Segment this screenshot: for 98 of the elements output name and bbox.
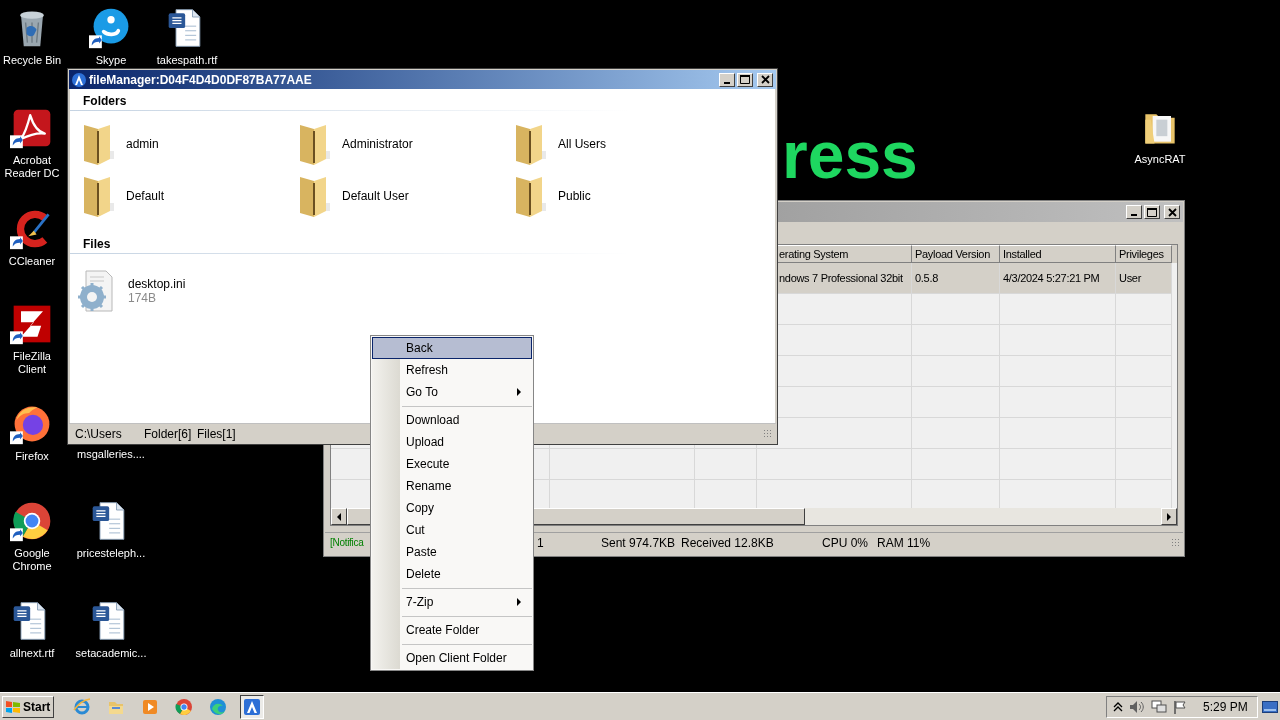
file-name: desktop.ini xyxy=(128,277,186,291)
close-button[interactable] xyxy=(1164,205,1180,219)
menu-item[interactable]: Copy xyxy=(372,497,532,519)
status-text: Received 12.8KB xyxy=(681,534,775,552)
file-size: 174B xyxy=(128,291,158,305)
folder-name: Administrator xyxy=(342,136,413,153)
status-text: 1 xyxy=(537,534,545,552)
app-logo-icon xyxy=(243,697,261,716)
folder-name: Public xyxy=(558,188,591,205)
minimize-button[interactable] xyxy=(719,72,735,87)
status-text: CPU 0% xyxy=(822,534,869,552)
status-text: Files[1] xyxy=(197,425,237,443)
window-title: fileManager:D04F4D4D0DF87BA77AAE xyxy=(89,71,312,89)
file-item[interactable]: desktop.ini 174B xyxy=(76,268,276,314)
menu-item[interactable]: Create Folder xyxy=(372,619,532,641)
desktop-icon-label[interactable]: CCleaner xyxy=(8,255,56,268)
folder-item[interactable]: All Users xyxy=(512,120,728,168)
minimize-icon xyxy=(724,81,730,84)
start-button[interactable]: Start xyxy=(2,695,54,718)
flag-icon[interactable] xyxy=(1173,699,1187,714)
folder-item[interactable]: Default User xyxy=(296,172,512,220)
column-header[interactable]: erating System xyxy=(778,245,912,263)
section-header: Files xyxy=(82,236,112,253)
menu-item[interactable]: Open Client Folder xyxy=(372,647,532,669)
maximize-button[interactable] xyxy=(1144,205,1160,219)
close-button[interactable] xyxy=(757,72,773,87)
table-cell: User xyxy=(1116,263,1172,294)
close-icon xyxy=(1167,207,1177,217)
menu-item[interactable]: Back xyxy=(372,337,532,359)
desktop-icon-label[interactable]: Skype xyxy=(95,54,127,67)
folder-item[interactable]: admin xyxy=(80,120,296,168)
menu-item[interactable]: Go To xyxy=(372,381,532,403)
folder-item[interactable]: Public xyxy=(512,172,728,220)
status-text: Folder[6] xyxy=(144,425,193,443)
desktop-icon-label[interactable]: Recycle Bin xyxy=(2,54,62,67)
folder-name: Default xyxy=(126,188,165,205)
menu-item[interactable]: Delete xyxy=(372,563,532,585)
desktop-icon-label[interactable]: AsyncRAT xyxy=(1134,153,1186,166)
desktop-icon-label[interactable]: allnext.rtf xyxy=(9,647,55,660)
menu-item[interactable]: Download xyxy=(372,409,532,431)
arrow-left-icon xyxy=(336,512,342,521)
empty-table-cell xyxy=(1116,387,1172,418)
show-desktop-icon[interactable] xyxy=(1262,699,1278,714)
desktop-icon-label[interactable]: Firefox xyxy=(15,450,49,463)
chrome-icon xyxy=(175,697,193,716)
table-row[interactable]: ndows 7 Professional 32bit 0.5.8 4/3/2024 5:27:21 PM User xyxy=(778,263,1172,294)
notification-text: [Notifica xyxy=(330,536,365,550)
column-header[interactable]: Payload Version xyxy=(912,245,1000,263)
taskbar-app-button[interactable] xyxy=(240,694,264,719)
maximize-icon xyxy=(740,75,750,84)
menu-item[interactable]: Cut xyxy=(372,519,532,541)
arrow-right-icon xyxy=(1166,512,1172,521)
maximize-button[interactable] xyxy=(737,72,753,87)
desktop-icon-label[interactable]: Google Chrome xyxy=(0,547,64,573)
section-header: Folders xyxy=(82,93,128,110)
speaker-icon[interactable] xyxy=(1129,699,1145,714)
folder-name: All Users xyxy=(558,136,606,153)
desktop-icon-label[interactable]: takespath.rtf xyxy=(156,54,218,67)
menu-item[interactable]: Upload xyxy=(372,431,532,453)
status-text: RAM 11% xyxy=(877,534,932,552)
empty-table-cell xyxy=(1116,356,1172,387)
browser-icon xyxy=(73,697,91,716)
scroll-left-button[interactable] xyxy=(331,508,347,525)
folder-item[interactable]: Default xyxy=(80,172,296,220)
app-logo-icon xyxy=(72,72,86,87)
minimize-button[interactable] xyxy=(1126,205,1142,219)
status-text: C:\Users xyxy=(75,425,123,443)
table-cell: 4/3/2024 5:27:21 PM xyxy=(1000,263,1116,294)
column-header[interactable]: Installed xyxy=(1000,245,1116,263)
status-text: Sent 974.7KB xyxy=(601,534,677,552)
clock-text[interactable]: 5:29 PM xyxy=(1203,697,1248,716)
menu-item[interactable]: Execute xyxy=(372,453,532,475)
menu-item[interactable]: Paste xyxy=(372,541,532,563)
empty-table-cell xyxy=(1116,325,1172,356)
desktop-icon-label[interactable]: Acrobat Reader DC xyxy=(0,154,64,180)
menu-item[interactable]: Rename xyxy=(372,475,532,497)
network-icon[interactable] xyxy=(1151,699,1167,714)
scroll-right-button[interactable] xyxy=(1161,508,1177,525)
menu-item[interactable]: 7-Zip xyxy=(372,591,532,613)
windows-logo-icon xyxy=(5,699,21,714)
desktop-icon-label[interactable]: setacademic... xyxy=(75,647,147,660)
close-icon xyxy=(760,75,770,84)
empty-table-cell xyxy=(1116,294,1172,325)
folder-name: admin xyxy=(126,136,159,153)
wallpaper-text: ress xyxy=(782,122,918,188)
table-cell: 0.5.8 xyxy=(912,263,1000,294)
chevron-up-icon[interactable] xyxy=(1113,700,1123,713)
desktop-icon-label[interactable]: msgalleries.... xyxy=(77,448,145,461)
empty-table-cell xyxy=(1116,418,1172,449)
edge-browser-icon xyxy=(209,697,227,716)
media-player-icon xyxy=(141,697,159,716)
desktop-icon-label[interactable]: FileZilla Client xyxy=(0,350,64,376)
menu-item[interactable]: Refresh xyxy=(372,359,532,381)
desktop-icon-label[interactable]: pricesteleph... xyxy=(76,547,146,560)
folder-name: Default User xyxy=(342,188,409,205)
maximize-icon xyxy=(1147,207,1157,217)
folder-item[interactable]: Administrator xyxy=(296,120,512,168)
minimize-icon xyxy=(1131,214,1137,216)
